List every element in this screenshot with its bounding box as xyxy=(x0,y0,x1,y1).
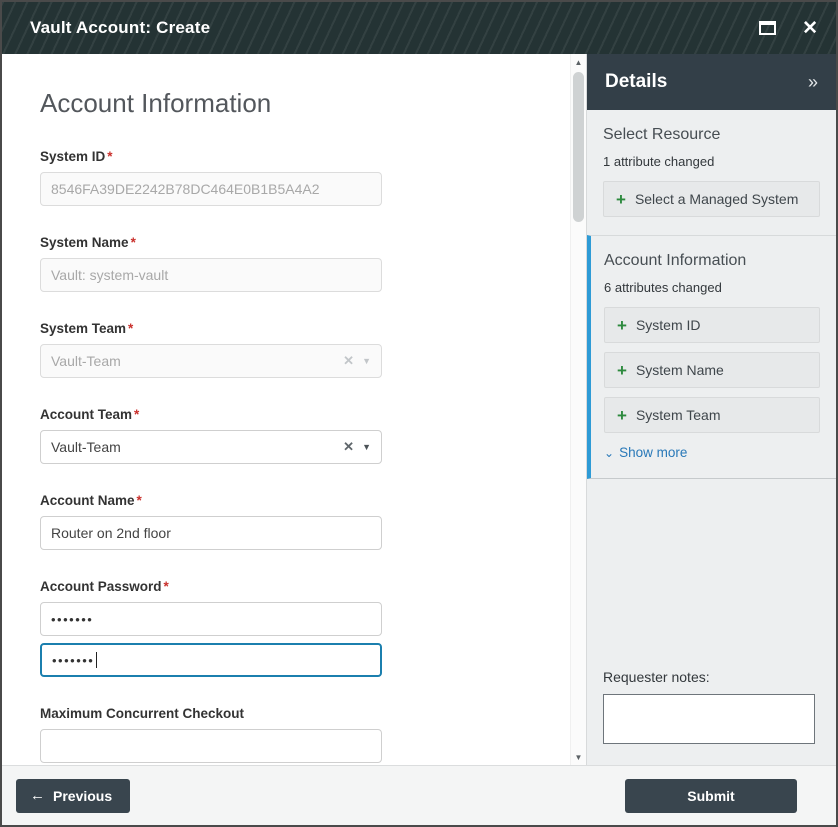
account-information-changed-count: 6 attributes changed xyxy=(604,280,722,295)
submit-button[interactable]: Submit xyxy=(625,778,797,813)
show-more-link[interactable]: ⌄ Show more xyxy=(604,445,820,460)
system-id-input xyxy=(40,172,382,206)
previous-button-label: Previous xyxy=(53,787,113,804)
system-name-input xyxy=(40,258,382,292)
requester-notes-input[interactable] xyxy=(603,694,815,744)
field-system-team: System Team * Vault-Team ✕ ▼ xyxy=(40,321,570,378)
show-more-label: Show more xyxy=(619,445,688,460)
required-asterisk: * xyxy=(128,321,134,336)
main-form-area: Account Information System ID* System Na… xyxy=(2,54,586,765)
chevron-down-icon: ⌄ xyxy=(604,445,615,460)
required-asterisk: * xyxy=(130,235,136,250)
field-account-password: Account Password * ••••••• xyxy=(40,579,570,677)
account-information-heading: Account Information xyxy=(604,252,747,269)
collapse-panel-icon[interactable]: » xyxy=(808,72,818,93)
form-scroll-area: Account Information System ID* System Na… xyxy=(2,54,570,765)
changed-attribute-label: System Name xyxy=(635,362,724,378)
window-title: Vault Account: Create xyxy=(30,18,211,37)
maximize-icon[interactable] xyxy=(759,21,777,35)
system-team-value: Vault-Team xyxy=(51,353,121,369)
select-managed-system-button[interactable]: + Select a Managed System xyxy=(603,181,820,217)
account-password-label: Account Password * xyxy=(40,579,169,594)
field-account-name: Account Name * xyxy=(40,493,570,550)
plus-icon: + xyxy=(617,405,627,425)
system-team-label: System Team * xyxy=(40,321,134,336)
footer-right: Submit xyxy=(586,778,836,813)
scrollbar-thumb[interactable] xyxy=(573,72,584,222)
details-panel-header: Details » xyxy=(587,54,836,110)
titlebar-icons: ✕ xyxy=(759,19,818,38)
select-resource-section: Select Resource 1 attribute changed + Se… xyxy=(587,110,836,235)
select-resource-changed-count: 1 attribute changed xyxy=(603,154,715,169)
dropdown-caret-icon[interactable]: ▼ xyxy=(362,442,371,452)
clear-icon: ✕ xyxy=(343,353,355,368)
plus-icon: + xyxy=(617,315,627,335)
requester-notes-block: Requester notes: xyxy=(587,669,836,765)
previous-button[interactable]: ← Previous xyxy=(16,778,131,813)
text-cursor xyxy=(96,652,98,668)
panel-spacer xyxy=(587,479,836,669)
footer-left: ← Previous xyxy=(2,778,586,813)
window-body: Account Information System ID* System Na… xyxy=(2,54,836,765)
select-managed-system-label: Select a Managed System xyxy=(634,191,799,207)
account-information-section: Account Information 6 attributes changed… xyxy=(587,235,836,479)
details-panel: Details » Select Resource 1 attribute ch… xyxy=(586,54,836,765)
account-password-input[interactable] xyxy=(40,602,382,636)
changed-attribute-system-id: + System ID xyxy=(604,307,820,343)
plus-icon: + xyxy=(617,360,627,380)
back-arrow-icon: ← xyxy=(30,787,45,804)
changed-attribute-system-team: + System Team xyxy=(604,397,820,433)
page-title: Account Information xyxy=(40,88,272,118)
max-concurrent-checkout-input[interactable] xyxy=(40,729,382,763)
system-team-select: Vault-Team ✕ ▼ xyxy=(40,344,382,378)
max-concurrent-checkout-label: Maximum Concurrent Checkout xyxy=(40,706,245,721)
changed-attribute-system-name: + System Name xyxy=(604,352,820,388)
close-icon[interactable]: ✕ xyxy=(802,19,818,38)
requester-notes-label: Requester notes: xyxy=(603,669,710,685)
select-resource-heading: Select Resource xyxy=(603,126,721,143)
system-id-label: System ID * xyxy=(40,149,113,164)
confirm-password-input[interactable]: ••••••• xyxy=(40,643,382,677)
field-max-concurrent-checkout: Maximum Concurrent Checkout xyxy=(40,706,570,763)
scroll-down-icon[interactable]: ▼ xyxy=(571,749,586,765)
titlebar: Vault Account: Create ✕ xyxy=(2,2,836,54)
confirm-password-value: ••••••• xyxy=(52,652,95,668)
changed-attribute-label: System ID xyxy=(635,317,701,333)
account-name-input[interactable] xyxy=(40,516,382,550)
vault-account-create-window: Vault Account: Create ✕ Account Informat… xyxy=(0,0,838,827)
scroll-up-icon[interactable]: ▲ xyxy=(571,54,586,70)
field-system-id: System ID * xyxy=(40,149,570,206)
account-team-select[interactable]: Vault-Team ✕ ▼ xyxy=(40,430,382,464)
vertical-scrollbar[interactable]: ▲ ▼ xyxy=(570,54,586,765)
account-team-value: Vault-Team xyxy=(51,439,121,455)
clear-icon[interactable]: ✕ xyxy=(343,439,354,455)
plus-icon: + xyxy=(616,189,626,209)
required-asterisk: * xyxy=(134,407,140,422)
dropdown-caret-icon: ▼ xyxy=(362,356,371,366)
system-name-label: System Name * xyxy=(40,235,136,250)
changed-attribute-label: System Team xyxy=(635,407,721,423)
account-team-label: Account Team * xyxy=(40,407,140,422)
field-account-team: Account Team * Vault-Team ✕ ▼ xyxy=(40,407,570,464)
field-system-name: System Name * xyxy=(40,235,570,292)
required-asterisk: * xyxy=(107,149,113,164)
footer: ← Previous Submit xyxy=(2,765,836,825)
details-title: Details xyxy=(605,71,668,92)
required-asterisk: * xyxy=(136,493,142,508)
details-panel-body: Select Resource 1 attribute changed + Se… xyxy=(587,110,836,765)
required-asterisk: * xyxy=(163,579,169,594)
account-name-label: Account Name * xyxy=(40,493,142,508)
